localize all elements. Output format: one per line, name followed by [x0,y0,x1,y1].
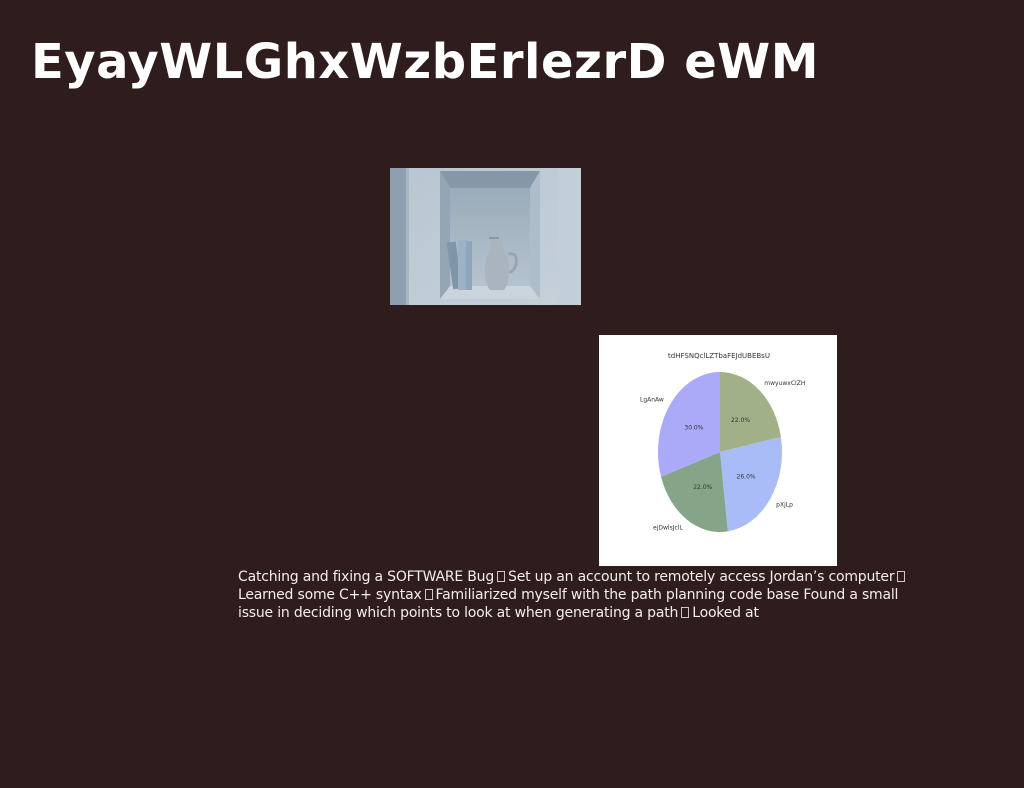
body-segment-3: Learned some C++ syntax [238,587,422,603]
pie-slice-pXjLp [720,437,782,532]
body-segment-1: Catching and fixing a SOFTWARE Bug [238,569,495,585]
bullet-glyph-icon [681,607,690,618]
pie-value-label: 22.0% [731,417,750,424]
pie-category-label: LgAnAw [640,396,664,403]
body-text: Catching and fixing a SOFTWARE Bug Set up… [238,568,928,622]
chart-title: tdHFSNQclLZTbaFEJdUBEBsU [668,352,770,360]
bullet-glyph-icon [897,571,906,582]
pie-category-label: pXjLp [776,502,793,509]
body-segment-2: Set up an account to remotely access Jor… [508,569,895,585]
pie-chart-card: tdHFSNQclLZTbaFEJdUBEBsU 22.0% mwyuwxCIZH… [599,335,837,566]
pie-value-label: 26.0% [737,473,756,480]
pie-chart: tdHFSNQclLZTbaFEJdUBEBsU 22.0% mwyuwxCIZH… [640,352,805,532]
niche-photo [390,168,581,305]
pie-category-label: mwyuwxCIZH [764,380,805,387]
slide-title: EyayWLGhxWzbErlezrD eWM [31,34,819,90]
body-segment-5: Looked at [692,605,759,621]
pie-category-label: ejDwlsJclL [653,525,683,532]
bullet-glyph-icon [424,589,433,600]
niche-photo-image [390,168,581,305]
bullet-glyph-icon [497,571,506,582]
pie-value-label: 30.0% [684,425,703,432]
pie-value-label: 22.0% [693,484,712,491]
